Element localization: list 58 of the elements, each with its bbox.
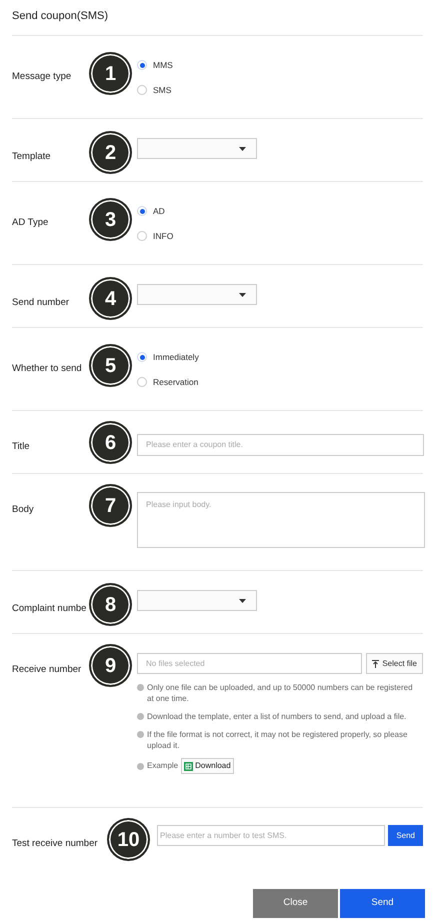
send-test-button[interactable]: Send (388, 825, 423, 846)
spreadsheet-icon (184, 762, 194, 770)
select-file-button[interactable]: Select file (366, 653, 423, 674)
help-text: Only one file can be uploaded, and up to 50000 numbers can be registered at one time. (147, 682, 414, 704)
caret-icon (239, 146, 246, 150)
field-label: Message type (12, 71, 72, 82)
upload-icon (372, 660, 380, 668)
option-label: MMS (153, 59, 173, 72)
step-number-badge: 6 (90, 422, 131, 463)
download-button[interactable]: Download (181, 758, 234, 774)
option-label: AD (153, 205, 165, 218)
field-label: Body (12, 504, 34, 515)
field-label: Title (12, 441, 30, 452)
step-number-badge: 10 (108, 819, 149, 860)
option-label: INFO (153, 230, 174, 242)
caret-icon (239, 292, 246, 296)
body-input[interactable]: Please input body. (137, 492, 425, 548)
field-label: Complaint numbe (12, 603, 86, 614)
radio-button[interactable] (137, 60, 147, 70)
radio-button[interactable] (137, 206, 147, 216)
field-label: Receive number (12, 664, 82, 675)
field-label: Whether to send (12, 363, 82, 374)
radio-button[interactable] (137, 85, 147, 96)
info-icon (137, 713, 144, 720)
send-button[interactable]: Send (340, 889, 425, 918)
test-number-input[interactable]: Please enter a number to test SMS. (157, 825, 386, 846)
step-number-badge: 7 (90, 485, 131, 526)
field-label: Template (12, 151, 51, 162)
example-label: Example (147, 760, 178, 772)
dialog-title: Send coupon(SMS) (12, 10, 108, 22)
close-button[interactable]: Close (253, 889, 338, 918)
info-icon (137, 731, 144, 738)
help-text: Download the template, enter a list of numbers to send, and upload a file. (147, 711, 406, 722)
field-label: AD Type (12, 217, 48, 228)
step-number-badge: 4 (90, 278, 131, 319)
step-number-badge: 3 (90, 199, 131, 240)
field-label: Test receive number (12, 838, 98, 849)
info-icon (137, 762, 144, 770)
caret-icon (239, 598, 246, 602)
help-text: If the file format is not correct, it may not be registered properly, so please upload it. (147, 729, 408, 751)
radio-button[interactable] (137, 352, 147, 362)
radio-button[interactable] (137, 231, 147, 242)
option-label: Immediately (153, 351, 199, 364)
file-name-field[interactable]: No files selected (137, 653, 362, 674)
step-number-badge: 2 (90, 132, 131, 173)
step-number-badge: 1 (90, 53, 131, 94)
option-label: Reservation (153, 376, 198, 388)
option-label: SMS (153, 84, 172, 96)
field-label: Send number (12, 297, 70, 308)
step-number-badge: 8 (90, 584, 131, 625)
dropdown[interactable] (137, 590, 257, 611)
info-icon (137, 684, 144, 691)
step-number-badge: 9 (90, 645, 131, 686)
title-input[interactable]: Please enter a coupon title. (137, 434, 424, 456)
step-number-badge: 5 (90, 345, 131, 386)
dropdown[interactable] (137, 138, 257, 159)
radio-button[interactable] (137, 377, 147, 388)
dropdown[interactable] (137, 284, 257, 305)
